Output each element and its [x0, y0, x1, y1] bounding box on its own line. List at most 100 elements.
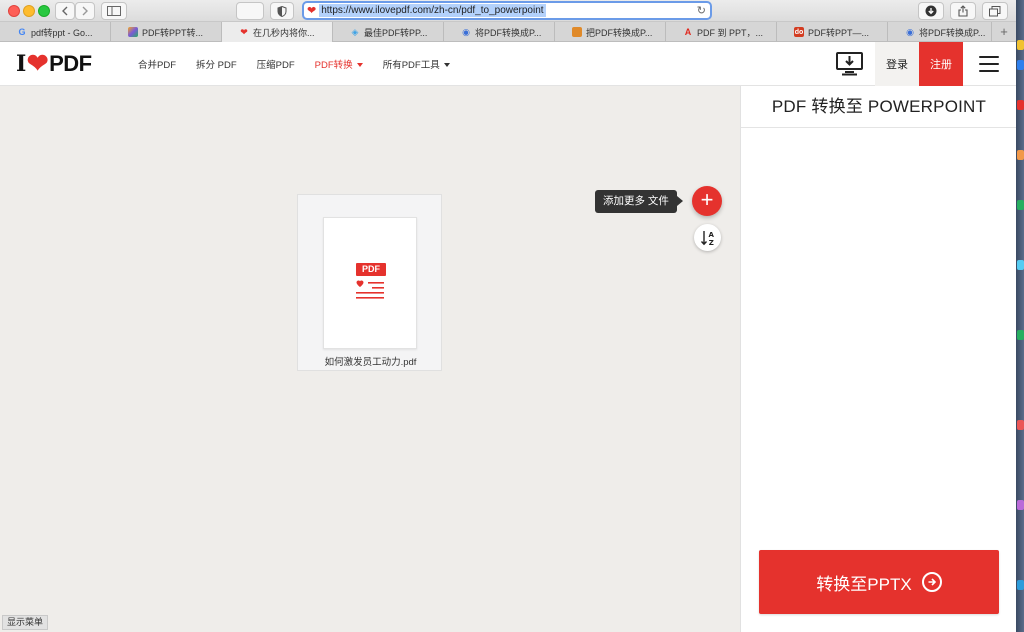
show-menu-status[interactable]: 显示菜单: [2, 615, 49, 630]
browser-tab[interactable]: PDF转PPT转...: [111, 22, 222, 42]
browser-tab[interactable]: 把PDF转换成P...: [555, 22, 666, 42]
file-name: 如何激发员工动力.pdf: [324, 357, 417, 368]
convert-to-pptx-button[interactable]: 转换至PPTX: [759, 550, 999, 614]
nav-merge-pdf[interactable]: 合并PDF: [138, 57, 176, 71]
browser-tab[interactable]: do PDF转PPT—...: [777, 22, 888, 42]
pdf-badge: PDF: [356, 263, 386, 276]
dock-app-icon[interactable]: [1017, 260, 1024, 270]
browser-tab[interactable]: ◉ 将PDF转换成P...: [444, 22, 555, 42]
svg-text:Z: Z: [708, 239, 713, 246]
dock-app-icon[interactable]: [1017, 60, 1024, 70]
sidebar-toggle-button[interactable]: [101, 2, 127, 20]
tab-label: 将PDF转换成P...: [919, 27, 986, 38]
tab-label: 最佳PDF转PP...: [364, 27, 428, 38]
browser-tab[interactable]: ◈ 最佳PDF转PP...: [333, 22, 444, 42]
red-do-icon: do: [794, 27, 804, 37]
nav-convert-label: PDF转换: [314, 60, 353, 71]
menu-hamburger-icon[interactable]: [979, 56, 999, 72]
convert-button-label: 转换至PPTX: [816, 574, 912, 594]
nav-convert-pdf[interactable]: PDF转换: [315, 57, 363, 71]
browser-tab[interactable]: A PDF 到 PPT，...: [666, 22, 777, 42]
tab-label: pdf转ppt - Go...: [31, 27, 93, 38]
tab-overview-button[interactable]: [982, 2, 1008, 20]
dock-app-icon[interactable]: [1017, 40, 1024, 50]
sort-files-button[interactable]: A Z: [694, 224, 721, 251]
signup-button[interactable]: 注册: [919, 42, 963, 86]
sidebar-icon: [107, 6, 121, 16]
blue-circle-icon: ◉: [462, 26, 470, 37]
main-nav: 合并PDF 拆分 PDF 压缩PDF PDF转换 所有PDF工具: [138, 42, 470, 86]
tabs-icon: [989, 5, 1001, 16]
new-tab-button[interactable]: +: [992, 22, 1016, 41]
tool-title: PDF 转换至 POWERPOINT: [741, 86, 1017, 128]
dock-app-icon[interactable]: [1017, 200, 1024, 210]
dock-app-icon[interactable]: [1017, 580, 1024, 590]
uploaded-file-card[interactable]: PDF 如何激发员工动力.pdf: [297, 194, 442, 371]
dock-app-icon[interactable]: [1017, 420, 1024, 430]
minimize-window-button[interactable]: [23, 5, 35, 17]
nav-all-tools-label: 所有PDF工具: [382, 60, 440, 71]
tab-label: 将PDF转换成P...: [475, 27, 542, 38]
tab-label: 在几秒内将你...: [253, 27, 315, 38]
blue-swirl-icon: ◈: [351, 26, 359, 37]
blue-circle-icon: ◉: [906, 26, 914, 37]
address-bar[interactable]: ❤ https://www.ilovepdf.com/zh-cn/pdf_to_…: [302, 1, 712, 20]
tab-bar: G pdf转ppt - Go... PDF转PPT转... ❤ 在几秒内将你..…: [0, 22, 1016, 42]
tab-label: PDF转PPT转...: [142, 27, 204, 38]
nav-all-tools[interactable]: 所有PDF工具: [383, 57, 450, 71]
multicolor-grid-icon: [128, 27, 138, 37]
downloads-button[interactable]: [918, 2, 944, 20]
sort-az-icon: A Z: [700, 230, 714, 246]
orange-doc-icon: [572, 27, 582, 37]
back-button[interactable]: [55, 2, 75, 20]
arrow-right-circle-icon: [921, 572, 942, 592]
browser-titlebar: ❤ https://www.ilovepdf.com/zh-cn/pdf_to_…: [0, 0, 1016, 22]
share-button[interactable]: [950, 2, 976, 20]
desktop-download-icon: [835, 52, 863, 76]
ilovepdf-logo[interactable]: I ❤ PDF: [16, 51, 92, 77]
chevron-left-icon: [62, 6, 68, 16]
heart-icon: ❤: [26, 49, 49, 79]
shield-icon: [277, 5, 287, 17]
logo-text-i: I: [16, 51, 26, 77]
forward-button[interactable]: [75, 2, 95, 20]
privacy-report-button[interactable]: [270, 2, 294, 20]
site-heart-icon: ❤: [307, 5, 317, 17]
close-window-button[interactable]: [8, 5, 20, 17]
blank-toolbar-button[interactable]: [236, 2, 264, 20]
google-icon: G: [18, 27, 26, 37]
add-more-files-button[interactable]: +: [692, 186, 722, 216]
dock-app-icon[interactable]: [1017, 100, 1024, 110]
logo-text-pdf: PDF: [49, 51, 92, 76]
ilovepdf-heart-icon: ❤: [240, 26, 248, 37]
macos-dock-edge: [1016, 0, 1024, 632]
file-thumbnail: PDF: [323, 217, 417, 349]
browser-tab-active[interactable]: ❤ 在几秒内将你...: [222, 22, 333, 42]
caret-down-icon: [443, 63, 450, 68]
address-bar-url[interactable]: https://www.ilovepdf.com/zh-cn/pdf_to_po…: [319, 4, 546, 17]
tab-label: PDF转PPT—...: [808, 27, 870, 38]
browser-tab[interactable]: ◉ 将PDF转换成P...: [888, 22, 992, 42]
download-icon: [925, 5, 937, 17]
dock-app-icon[interactable]: [1017, 330, 1024, 340]
svg-text:A: A: [708, 231, 714, 239]
tab-label: 把PDF转换成P...: [586, 27, 653, 38]
nav-compress-pdf[interactable]: 压缩PDF: [257, 57, 295, 71]
add-more-files-tooltip: 添加更多 文件: [595, 190, 683, 213]
browser-tab[interactable]: G pdf转ppt - Go...: [0, 22, 111, 42]
dock-app-icon[interactable]: [1017, 150, 1024, 160]
reload-icon[interactable]: ↻: [697, 4, 706, 17]
site-header: I ❤ PDF 合并PDF 拆分 PDF 压缩PDF PDF转换 所有PDF工具…: [0, 42, 1016, 86]
dock-app-icon[interactable]: [1017, 500, 1024, 510]
pdf-document-icon: [356, 280, 384, 299]
adobe-icon: A: [684, 27, 692, 37]
nav-split-pdf[interactable]: 拆分 PDF: [196, 57, 237, 71]
caret-down-icon: [356, 63, 363, 68]
login-button[interactable]: 登录: [875, 42, 919, 86]
chevron-right-icon: [82, 6, 88, 16]
desktop-app-button[interactable]: [834, 50, 864, 78]
options-sidebar: PDF 转换至 POWERPOINT 转换至PPTX: [740, 86, 1017, 632]
zoom-window-button[interactable]: [38, 5, 50, 17]
tab-label: PDF 到 PPT，...: [697, 27, 764, 38]
share-icon: [958, 5, 968, 17]
